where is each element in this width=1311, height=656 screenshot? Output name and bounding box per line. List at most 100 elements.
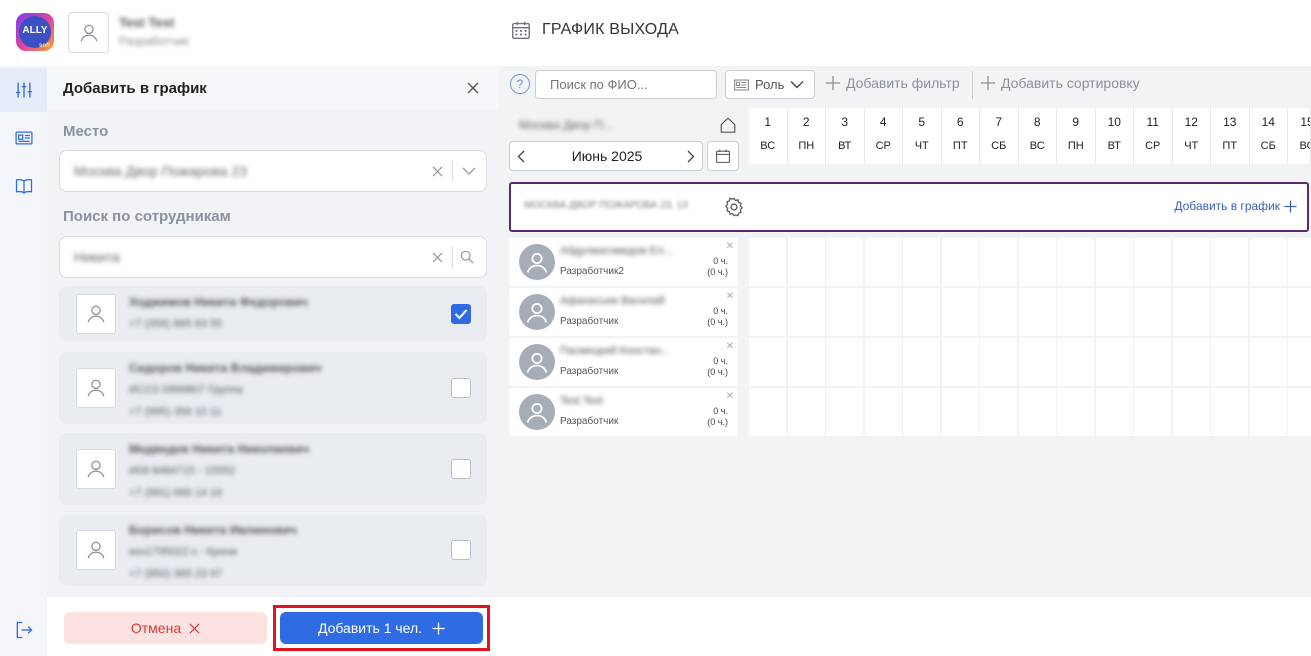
add-employees-button[interactable]: Добавить 1 чел. bbox=[280, 612, 483, 644]
cancel-button[interactable]: Отмена bbox=[64, 612, 267, 644]
schedule-cell[interactable] bbox=[1249, 338, 1287, 386]
schedule-cell[interactable] bbox=[980, 238, 1017, 286]
schedule-cell[interactable] bbox=[903, 338, 940, 386]
schedule-cell[interactable] bbox=[903, 388, 940, 436]
schedule-cell[interactable] bbox=[1095, 288, 1133, 336]
schedule-cell[interactable] bbox=[1172, 388, 1210, 436]
employee-checkbox[interactable] bbox=[451, 459, 471, 479]
schedule-cell[interactable] bbox=[1288, 238, 1311, 286]
schedule-cell[interactable] bbox=[941, 388, 979, 436]
schedule-cell[interactable] bbox=[864, 338, 902, 386]
schedule-cell[interactable] bbox=[826, 238, 863, 286]
employee-card[interactable]: Борисов Никита Ивлинович кон1795022 к - … bbox=[59, 514, 487, 586]
schedule-cell[interactable] bbox=[1172, 288, 1210, 336]
rail-card-button[interactable] bbox=[0, 116, 47, 160]
schedule-cell[interactable] bbox=[1288, 388, 1311, 436]
schedule-cell[interactable] bbox=[1249, 288, 1287, 336]
staff-remove-button[interactable]: ✕ bbox=[726, 241, 734, 252]
schedule-cell[interactable] bbox=[826, 338, 863, 386]
employee-card[interactable]: Сидоров Никита Владимирович ИСС0 0999807… bbox=[59, 352, 487, 424]
schedule-cell[interactable] bbox=[749, 238, 786, 286]
schedule-cell[interactable] bbox=[1288, 288, 1311, 336]
place-add-button[interactable]: Добавить в график bbox=[1174, 199, 1297, 213]
add-filter-button[interactable]: Добавить фильтр bbox=[825, 75, 960, 91]
employee-checkbox[interactable] bbox=[451, 304, 471, 324]
schedule-cell[interactable] bbox=[980, 338, 1017, 386]
schedule-cell[interactable] bbox=[903, 288, 940, 336]
staff-card[interactable]: Test Test Разработчик ✕ 0 ч. (0 ч.) bbox=[509, 388, 738, 436]
rail-filters-button[interactable] bbox=[0, 68, 47, 112]
schedule-cell[interactable] bbox=[980, 288, 1017, 336]
app-logo[interactable]: ALLY soft bbox=[16, 13, 54, 51]
staff-remove-button[interactable]: ✕ bbox=[726, 341, 734, 352]
panel-close-button[interactable] bbox=[463, 78, 483, 98]
schedule-cell[interactable] bbox=[941, 238, 979, 286]
home-button[interactable] bbox=[717, 114, 739, 136]
schedule-cell[interactable] bbox=[1018, 288, 1056, 336]
schedule-cell[interactable] bbox=[1134, 288, 1171, 336]
search-button[interactable] bbox=[458, 248, 476, 266]
schedule-cell[interactable] bbox=[1172, 338, 1210, 386]
place-dropdown-button[interactable] bbox=[460, 162, 478, 180]
schedule-cell[interactable] bbox=[903, 238, 940, 286]
schedule-cell[interactable] bbox=[1211, 288, 1248, 336]
schedule-cell[interactable] bbox=[1057, 238, 1094, 286]
schedule-cell[interactable] bbox=[1211, 238, 1248, 286]
schedule-cell[interactable] bbox=[1057, 288, 1094, 336]
schedule-cell[interactable] bbox=[1095, 338, 1133, 386]
schedule-cell[interactable] bbox=[1057, 388, 1094, 436]
staff-card[interactable]: Пасмецкий Констан... Разработчик ✕ 0 ч. … bbox=[509, 338, 738, 386]
schedule-cell[interactable] bbox=[1018, 238, 1056, 286]
schedule-cell[interactable] bbox=[749, 288, 786, 336]
schedule-cell[interactable] bbox=[980, 388, 1017, 436]
schedule-cell[interactable] bbox=[864, 288, 902, 336]
schedule-cell[interactable] bbox=[787, 338, 825, 386]
rail-logout-button[interactable] bbox=[0, 608, 47, 652]
employee-checkbox[interactable] bbox=[451, 378, 471, 398]
staff-card[interactable]: Абдулмагомедов Ел... Разработчик2 ✕ 0 ч.… bbox=[509, 238, 738, 286]
schedule-cell[interactable] bbox=[1095, 388, 1133, 436]
schedule-cell[interactable] bbox=[826, 288, 863, 336]
schedule-cell[interactable] bbox=[749, 338, 786, 386]
schedule-cell[interactable] bbox=[1211, 338, 1248, 386]
schedule-cell[interactable] bbox=[1134, 388, 1171, 436]
schedule-cell[interactable] bbox=[787, 238, 825, 286]
schedule-cell[interactable] bbox=[787, 288, 825, 336]
schedule-cell[interactable] bbox=[826, 388, 863, 436]
schedule-cell[interactable] bbox=[749, 388, 786, 436]
employee-search-input[interactable]: Никита bbox=[59, 236, 487, 278]
schedule-cell[interactable] bbox=[1057, 338, 1094, 386]
role-filter-button[interactable]: Роль bbox=[725, 70, 815, 99]
schedule-cell[interactable] bbox=[1249, 388, 1287, 436]
employee-card[interactable]: Медведев Никита Николаевич И09 8484715 -… bbox=[59, 433, 487, 505]
schedule-cell[interactable] bbox=[1288, 338, 1311, 386]
schedule-cell[interactable] bbox=[1211, 388, 1248, 436]
employee-card[interactable]: Ходжимов Никита Федорович +7 (356) 865 6… bbox=[59, 286, 487, 342]
place-select[interactable]: Москва Двор Пожарова 23 bbox=[59, 150, 487, 192]
place-clear-button[interactable] bbox=[428, 162, 446, 180]
schedule-cell[interactable] bbox=[941, 288, 979, 336]
schedule-cell[interactable] bbox=[864, 388, 902, 436]
user-avatar[interactable] bbox=[68, 12, 109, 53]
staff-remove-button[interactable]: ✕ bbox=[726, 291, 734, 302]
schedule-cell[interactable] bbox=[941, 338, 979, 386]
gear-icon[interactable] bbox=[723, 196, 745, 218]
schedule-cell[interactable] bbox=[1018, 388, 1056, 436]
schedule-cell[interactable] bbox=[1018, 338, 1056, 386]
next-month-button[interactable] bbox=[684, 149, 698, 163]
employee-checkbox[interactable] bbox=[451, 540, 471, 560]
search-clear-button[interactable] bbox=[428, 248, 446, 266]
schedule-cell[interactable] bbox=[1249, 238, 1287, 286]
staff-remove-button[interactable]: ✕ bbox=[726, 391, 734, 402]
schedule-cell[interactable] bbox=[1095, 238, 1133, 286]
date-picker-button[interactable] bbox=[707, 141, 739, 171]
staff-card[interactable]: Афанасьев Василий Разработчик ✕ 0 ч. (0 … bbox=[509, 288, 738, 336]
add-sort-button[interactable]: Добавить сортировку bbox=[980, 75, 1140, 91]
rail-book-button[interactable] bbox=[0, 164, 47, 208]
fio-search-input[interactable] bbox=[535, 70, 717, 99]
schedule-cell[interactable] bbox=[787, 388, 825, 436]
help-button[interactable]: ? bbox=[510, 74, 530, 94]
schedule-cell[interactable] bbox=[864, 238, 902, 286]
schedule-cell[interactable] bbox=[1134, 338, 1171, 386]
schedule-cell[interactable] bbox=[1134, 238, 1171, 286]
